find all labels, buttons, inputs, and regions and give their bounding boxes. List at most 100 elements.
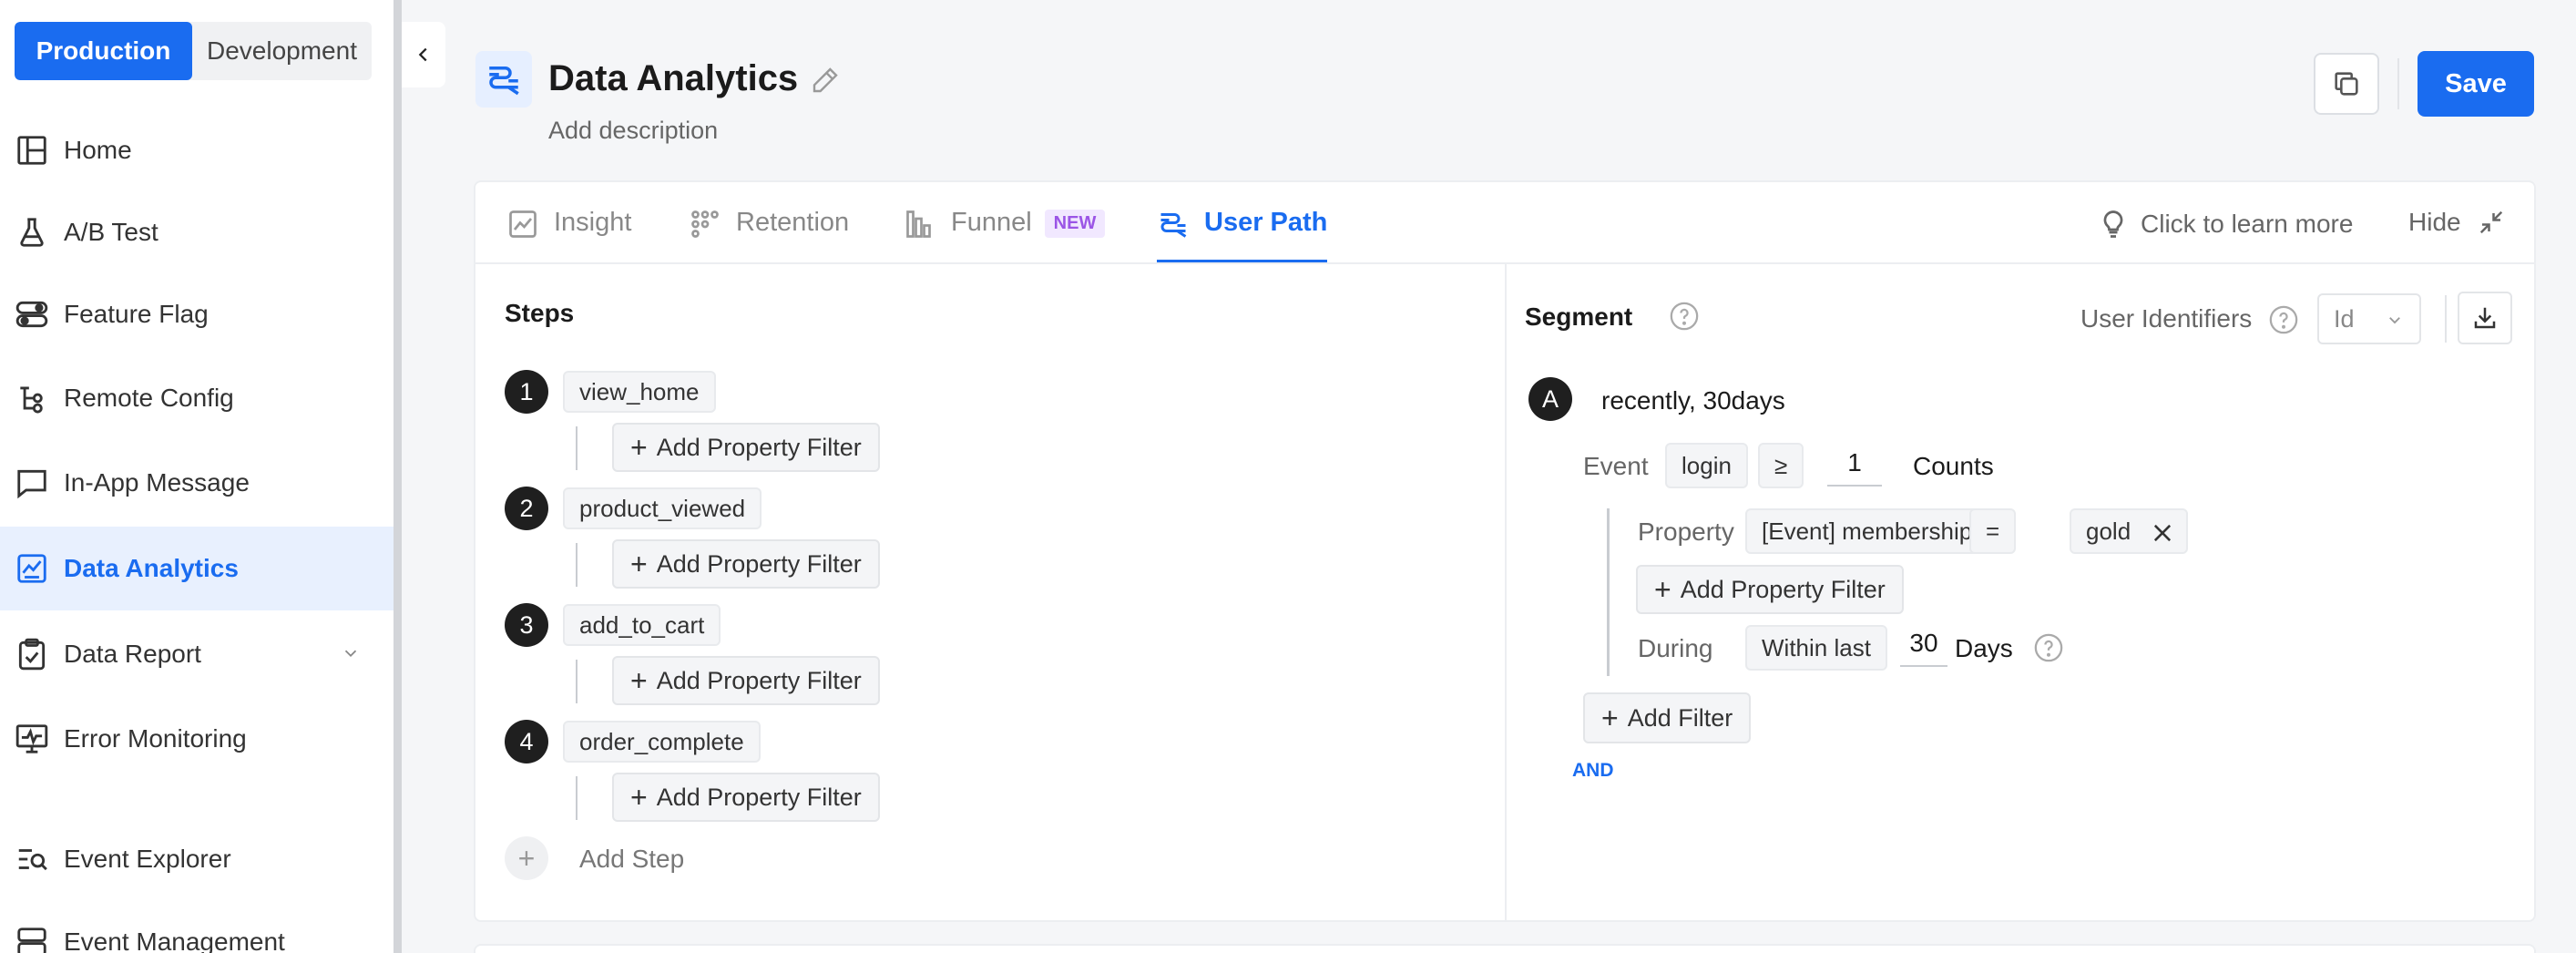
segment-title: Segment: [1525, 302, 1633, 331]
add-property-filter-button[interactable]: + Add Property Filter: [1636, 565, 1904, 614]
count-input[interactable]: 1: [1827, 441, 1882, 487]
analytics-icon: [17, 554, 46, 583]
production-env-button[interactable]: Production: [15, 22, 192, 80]
chevron-left-icon: [418, 47, 427, 62]
chevron-down-icon: [2389, 317, 2400, 324]
sidebar-item-label: Remote Config: [64, 384, 234, 412]
learn-more-label: Click to learn more: [2141, 210, 2354, 238]
help-icon[interactable]: [2268, 304, 2299, 335]
environment-switch: Production Development: [15, 22, 372, 80]
message-icon: [17, 469, 46, 499]
download-button[interactable]: [2458, 292, 2512, 344]
save-button[interactable]: Save: [2418, 51, 2534, 117]
add-step-button[interactable]: Add Step: [579, 845, 684, 874]
identifier-select-value: Id: [2334, 304, 2355, 333]
plus-icon: +: [630, 431, 648, 464]
add-property-filter-button[interactable]: + Add Property Filter: [612, 773, 880, 822]
add-filter-label: Add Filter: [1627, 703, 1733, 732]
sidebar-item-data-report[interactable]: Data Report: [0, 612, 394, 696]
step-event-chip[interactable]: product_viewed: [563, 487, 762, 529]
identifier-select[interactable]: Id: [2317, 293, 2421, 344]
during-label: During: [1638, 634, 1713, 662]
sidebar-item-event-explorer[interactable]: Event Explorer: [0, 817, 394, 901]
property-select[interactable]: [Event] membership: [1745, 508, 1989, 554]
sidebar-item-label: Event Management: [64, 927, 285, 953]
step-event-chip[interactable]: add_to_cart: [563, 604, 721, 646]
edit-icon[interactable]: [811, 66, 840, 95]
sidebar-edge: [394, 0, 402, 953]
learn-more-link[interactable]: Click to learn more: [2097, 208, 2353, 241]
layout-icon: [17, 136, 46, 165]
development-env-button[interactable]: Development: [192, 22, 372, 80]
copy-icon: [2335, 72, 2358, 96]
user-path-icon: [489, 67, 519, 96]
step-number: 3: [505, 603, 548, 647]
sidebar-item-error-monitoring[interactable]: Error Monitoring: [0, 697, 394, 781]
close-icon[interactable]: [2150, 520, 2175, 546]
tab-funnel[interactable]: Funnel NEW: [904, 208, 1106, 264]
new-badge: NEW: [1044, 210, 1106, 238]
insight-icon: [509, 210, 537, 238]
sidebar-item-label: In-App Message: [64, 468, 250, 497]
toggle-icon: [15, 301, 48, 328]
filter-group-line: [1607, 508, 1610, 676]
during-number-input[interactable]: 30: [1900, 621, 1947, 667]
operator-select[interactable]: ≥: [1758, 443, 1804, 488]
step-event-chip[interactable]: order_complete: [563, 721, 761, 763]
step-connector: [576, 426, 578, 470]
tab-label: Funnel: [951, 208, 1032, 237]
tab-retention[interactable]: Retention: [689, 208, 849, 264]
collapse-sidebar-button[interactable]: [402, 22, 445, 87]
lightbulb-icon: [2103, 210, 2123, 238]
header-divider: [2397, 58, 2399, 109]
add-description[interactable]: Add description: [548, 117, 718, 145]
sidebar-item-feature-flag[interactable]: Feature Flag: [0, 272, 394, 356]
monitor-icon: [15, 724, 48, 753]
retention-icon: [691, 210, 719, 238]
user-path-icon: [1160, 213, 1187, 238]
sidebar-item-label: Feature Flag: [64, 300, 209, 328]
segment-letter-badge: A: [1528, 377, 1572, 421]
tab-insight[interactable]: Insight: [506, 208, 631, 264]
add-filter-button[interactable]: + Add Filter: [1583, 692, 1752, 743]
sidebar-item-in-app-message[interactable]: In-App Message: [0, 441, 394, 525]
segment-name[interactable]: recently, 30days: [1601, 386, 1785, 415]
step-connector: [576, 776, 578, 820]
add-property-filter-label: Add Property Filter: [656, 433, 862, 461]
server-icon: [17, 927, 46, 953]
collapse-icon: [2479, 210, 2502, 234]
help-icon[interactable]: [1669, 301, 1700, 332]
step-event-chip[interactable]: view_home: [563, 371, 716, 413]
add-step-icon[interactable]: +: [505, 836, 548, 880]
sidebar-item-home[interactable]: Home: [0, 108, 394, 192]
explorer-icon: [18, 849, 47, 871]
sidebar-item-event-management[interactable]: Event Management: [0, 900, 394, 953]
download-icon: [2474, 307, 2496, 329]
plus-icon: +: [630, 664, 648, 697]
hide-button[interactable]: Hide: [2408, 208, 2505, 237]
step-number: 1: [505, 370, 548, 414]
add-property-filter-label: Add Property Filter: [656, 783, 862, 811]
sidebar-item-data-analytics[interactable]: Data Analytics: [0, 527, 394, 610]
step-connector: [576, 543, 578, 587]
sidebar-item-ab-test[interactable]: A/B Test: [0, 190, 394, 274]
add-property-filter-label: Add Property Filter: [656, 549, 862, 578]
sidebar-item-remote-config[interactable]: Remote Config: [0, 356, 394, 440]
property-operator-select[interactable]: =: [1969, 508, 2017, 554]
add-property-filter-button[interactable]: + Add Property Filter: [612, 539, 880, 589]
add-property-filter-button[interactable]: + Add Property Filter: [612, 656, 880, 705]
tab-label: User Path: [1204, 208, 1328, 237]
add-property-filter-button[interactable]: + Add Property Filter: [612, 423, 880, 472]
tab-user-path[interactable]: User Path: [1157, 208, 1328, 264]
and-label[interactable]: AND: [1572, 760, 1614, 782]
segment-panel: Segment User Identifiers Id A recently, …: [1507, 264, 2536, 922]
tab-label: Retention: [736, 208, 850, 237]
help-icon[interactable]: [2033, 632, 2064, 663]
copy-button[interactable]: [2314, 53, 2379, 115]
steps-title: Steps: [505, 299, 575, 327]
step-number: 2: [505, 487, 548, 530]
funnel-icon: [906, 210, 931, 238]
during-select[interactable]: Within last: [1745, 625, 1887, 671]
event-select[interactable]: login: [1665, 443, 1748, 488]
plus-icon: +: [630, 548, 648, 580]
